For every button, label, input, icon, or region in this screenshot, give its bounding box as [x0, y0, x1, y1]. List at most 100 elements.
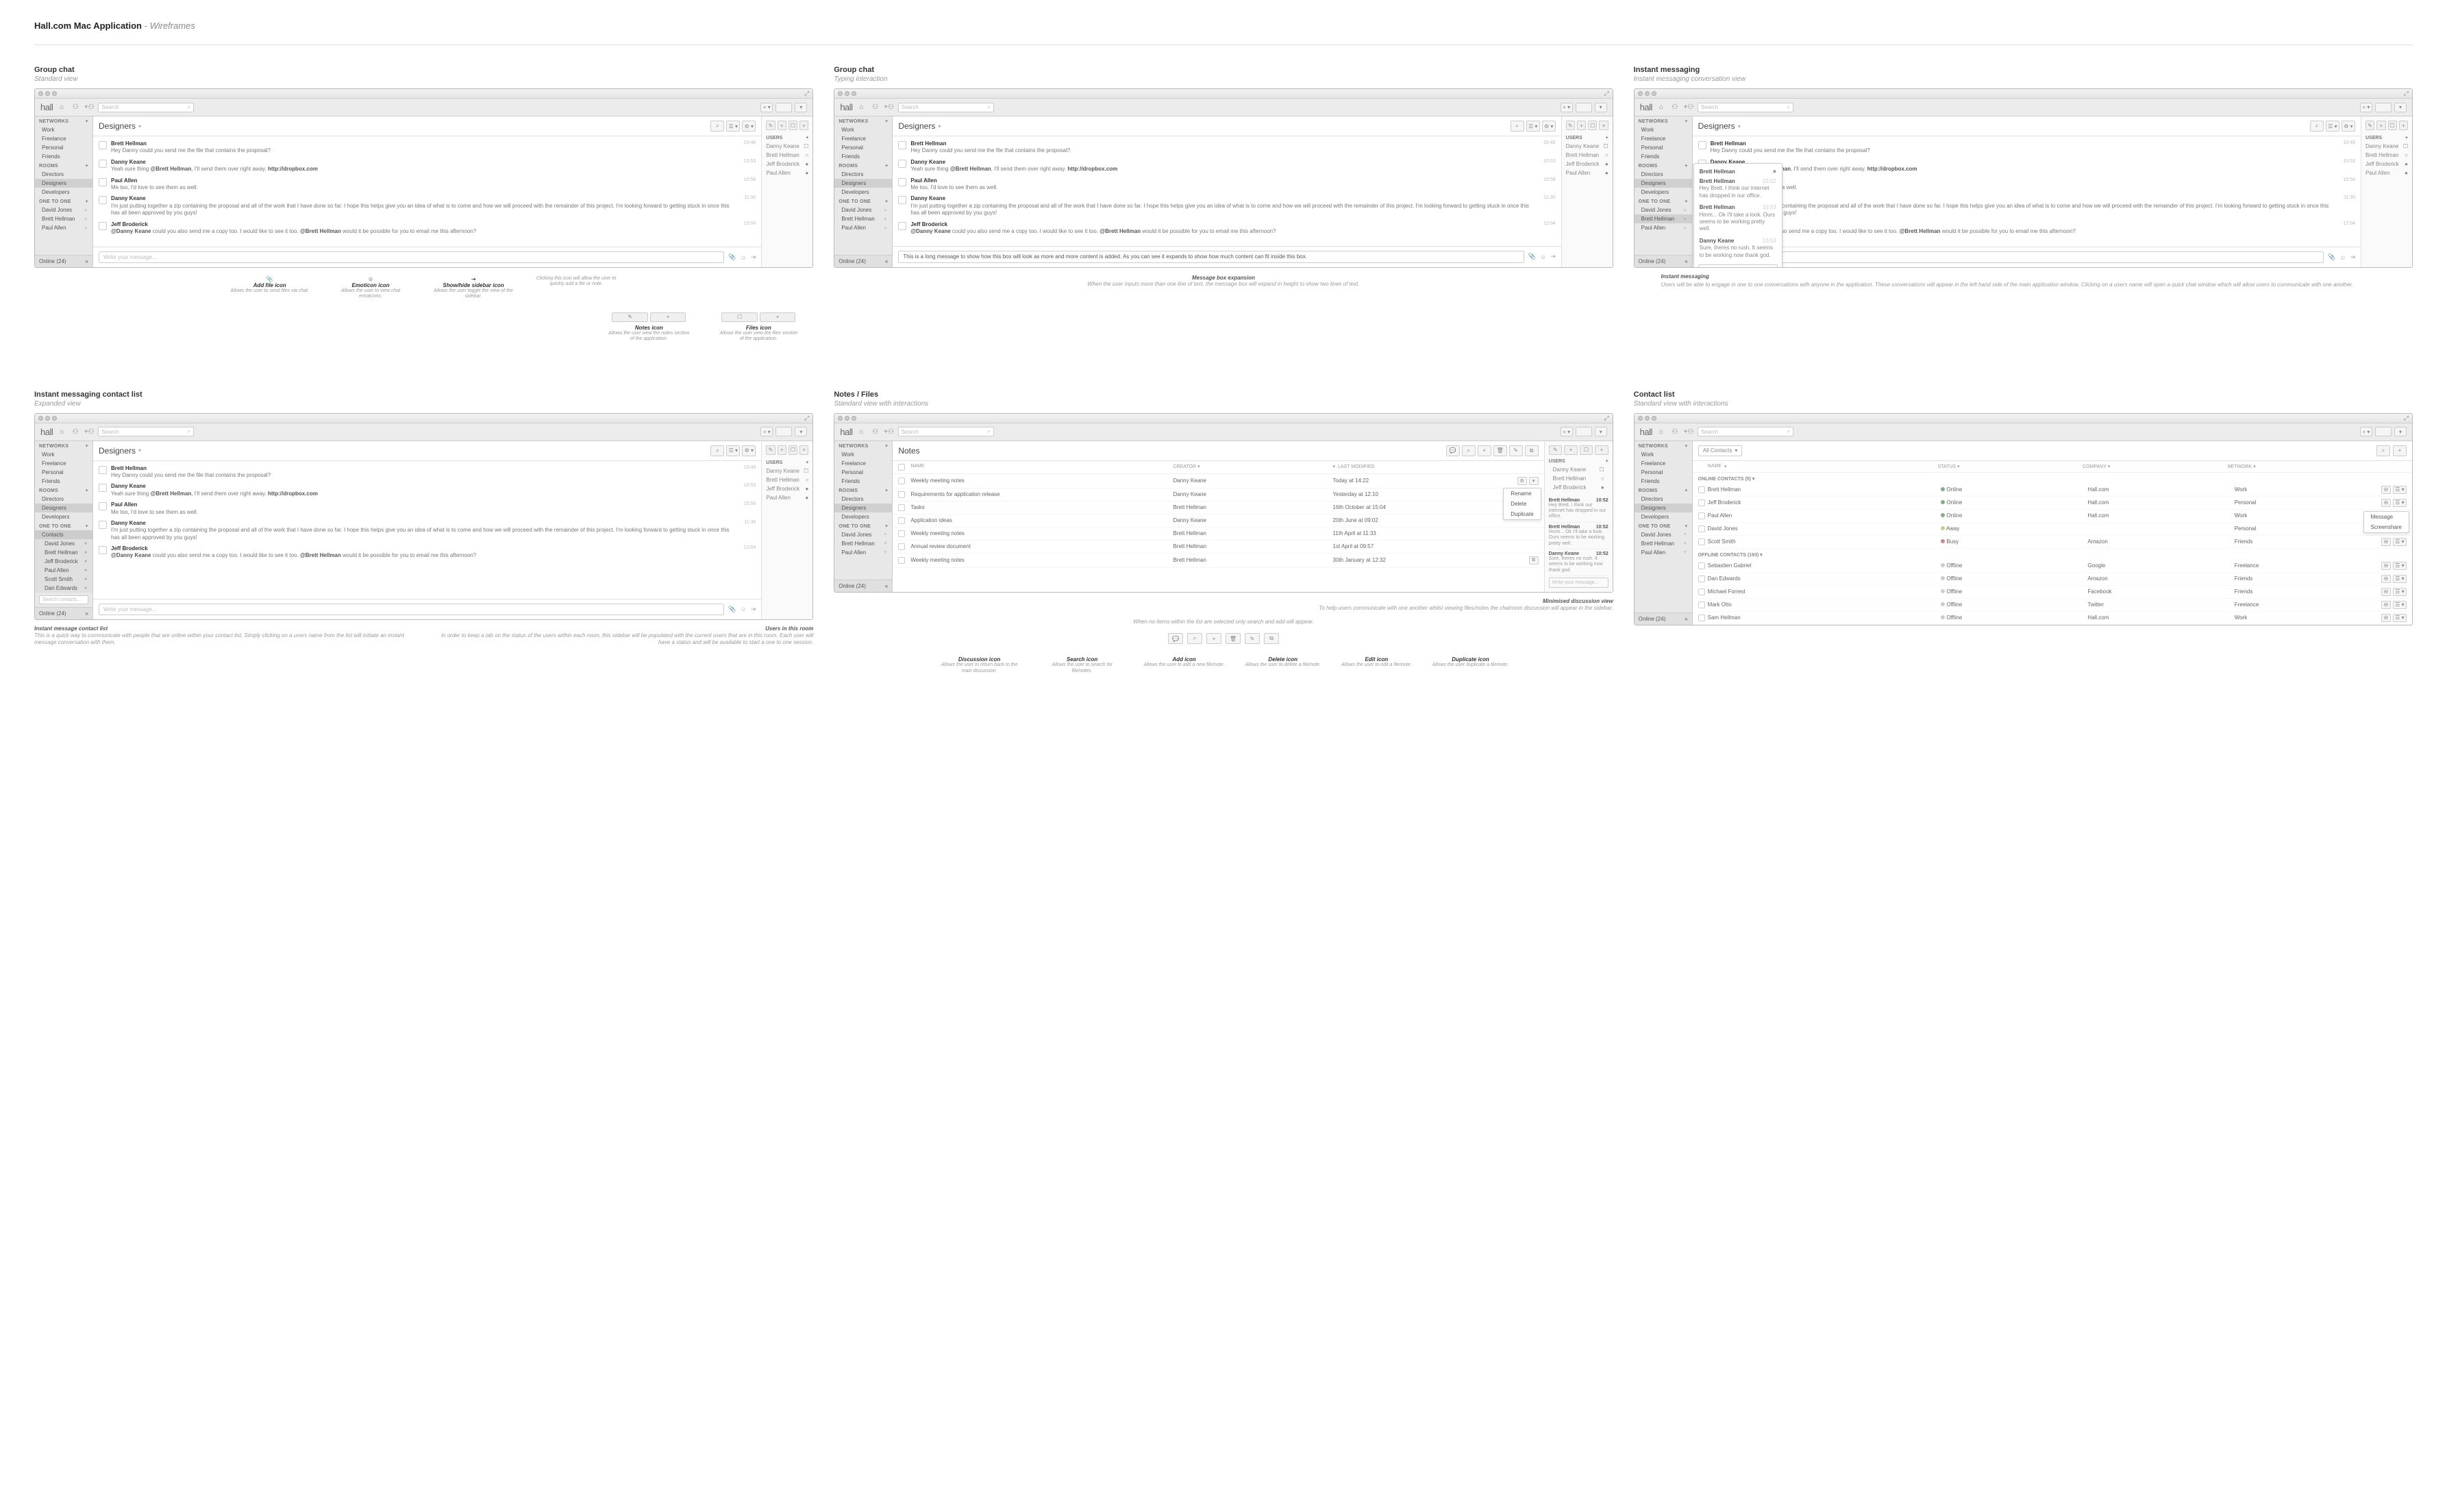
- search-input[interactable]: Search⌕: [1698, 427, 1793, 436]
- message-input[interactable]: Write your message...: [99, 251, 724, 263]
- sidebar-item[interactable]: Directors: [834, 495, 892, 504]
- add-icon[interactable]: +: [2405, 136, 2408, 140]
- remove-icon[interactable]: ⊖: [2381, 601, 2391, 609]
- sidebar-item[interactable]: Work: [35, 450, 92, 459]
- status-bar[interactable]: Online (24)«: [834, 255, 892, 267]
- notes-tab[interactable]: ✎: [2365, 121, 2374, 130]
- sidebar-item[interactable]: Freelance: [1635, 134, 1692, 143]
- note-row[interactable]: TasksBrett Hellman16th October at 15:04: [893, 501, 1543, 515]
- add-person-icon[interactable]: +⚇: [884, 427, 894, 436]
- row-more-icon[interactable]: ▾: [1529, 477, 1539, 485]
- sidebar-item[interactable]: Freelance: [834, 459, 892, 468]
- sidebar-item[interactable]: Freelance: [35, 134, 92, 143]
- home-icon[interactable]: ⌂: [57, 103, 66, 112]
- sidebar-item[interactable]: Work: [35, 125, 92, 134]
- notes-tab[interactable]: ✎: [766, 445, 775, 455]
- sidebar-item[interactable]: Work: [1635, 125, 1692, 134]
- add-button[interactable]: +: [1478, 445, 1491, 456]
- close-icon[interactable]: ×: [884, 532, 888, 536]
- contact-sublist-item[interactable]: David Jones●: [35, 539, 92, 548]
- more-button[interactable]: ▾: [1595, 103, 1607, 112]
- sidebar-item-selected[interactable]: Designers: [35, 504, 92, 512]
- people-icon[interactable]: ⚇: [1670, 103, 1680, 112]
- close-icon[interactable]: ×: [84, 217, 88, 221]
- side-user[interactable]: Brett Hellman○: [762, 151, 812, 160]
- collapse-icon[interactable]: «: [86, 610, 88, 617]
- context-menu-item[interactable]: Screenshare: [2364, 522, 2409, 532]
- settings-button[interactable]: ⚙ ▾: [2342, 121, 2355, 132]
- sidebar-item[interactable]: Freelance: [834, 134, 892, 143]
- sidebar-item[interactable]: Paul Allen×: [35, 223, 92, 232]
- side-user[interactable]: Danny Keane☐: [1562, 142, 1613, 151]
- contact-sublist-item[interactable]: Scott Smith●: [35, 575, 92, 584]
- add-tab[interactable]: +: [799, 121, 808, 130]
- contact-row[interactable]: Jeff Broderick OnlineHall.comPersonal⊖☰ …: [1693, 497, 2412, 510]
- search-input[interactable]: Search⌕: [98, 103, 194, 112]
- chevron-down-icon[interactable]: ▾: [1738, 123, 1741, 129]
- add-person-icon[interactable]: +⚇: [1684, 103, 1693, 112]
- row-checkbox[interactable]: [898, 543, 905, 550]
- sidebar-item[interactable]: Friends: [1635, 477, 1692, 486]
- side-user[interactable]: Brett Hellman○: [762, 475, 812, 484]
- sidebar-item[interactable]: Designers: [1635, 504, 1692, 512]
- search-button[interactable]: ⌕: [2310, 121, 2324, 132]
- context-menu-item[interactable]: Delete: [1504, 499, 1540, 509]
- sidebar-item[interactable]: Brett Hellman×: [1635, 214, 1692, 223]
- sidebar-toggle-icon[interactable]: ⇥: [751, 606, 756, 613]
- add-person-icon[interactable]: +⚇: [1684, 427, 1693, 436]
- sidebar-item[interactable]: Paul Allen×: [1635, 548, 1692, 557]
- side-user[interactable]: Paul Allen●: [2361, 169, 2412, 177]
- collapse-icon[interactable]: «: [885, 258, 888, 264]
- sidebar-item[interactable]: Brett Hellman×: [35, 214, 92, 223]
- add-icon[interactable]: +: [806, 460, 808, 465]
- plus-button[interactable]: + ▾: [2360, 427, 2372, 436]
- expand-icon[interactable]: ⤢: [2404, 90, 2409, 97]
- note-row[interactable]: Weekly meeting notesDanny KeaneToday at …: [893, 474, 1543, 488]
- home-icon[interactable]: ⌂: [857, 103, 867, 112]
- sidebar-item[interactable]: Paul Allen×: [834, 223, 892, 232]
- sidebar-item[interactable]: Developers: [35, 188, 92, 197]
- side-user[interactable]: Danny Keane☐: [2361, 142, 2412, 151]
- people-icon[interactable]: ⚇: [71, 427, 80, 436]
- add-icon[interactable]: +: [86, 164, 88, 169]
- more-button[interactable]: ▾: [795, 427, 807, 436]
- row-more-icon[interactable]: ☰ ▾: [2393, 601, 2407, 609]
- context-menu-item[interactable]: Duplicate: [1504, 509, 1540, 519]
- side-user[interactable]: Danny Keane☐: [762, 467, 812, 475]
- sidebar-toggle-icon[interactable]: ⇥: [751, 253, 756, 261]
- row-more-icon[interactable]: ☰ ▾: [2393, 486, 2407, 494]
- add-tab[interactable]: +: [778, 445, 786, 455]
- delete-button[interactable]: 🗑: [1493, 445, 1507, 456]
- add-tab[interactable]: +: [778, 121, 786, 130]
- view-button[interactable]: ☰ ▾: [1526, 121, 1540, 132]
- contact-row[interactable]: Dan Edwards OfflineAmazonFriends⊖☰ ▾: [1693, 573, 2412, 586]
- close-icon[interactable]: ×: [1684, 217, 1688, 221]
- sidebar-item[interactable]: David Jones×: [1635, 206, 1692, 214]
- collapse-icon[interactable]: «: [885, 583, 888, 589]
- plus-button[interactable]: + ▾: [1561, 427, 1573, 436]
- more-button[interactable]: ▾: [2394, 103, 2407, 112]
- add-icon[interactable]: +: [885, 488, 888, 493]
- note-row[interactable]: Application ideasDanny Keane20th June at…: [893, 515, 1543, 528]
- close-icon[interactable]: ×: [1684, 550, 1688, 554]
- chevron-down-icon[interactable]: ▾: [138, 447, 141, 454]
- attach-icon[interactable]: 📎: [728, 606, 736, 613]
- sidebar-item[interactable]: Designers: [834, 179, 892, 188]
- col-network[interactable]: Network ▾: [2228, 464, 2370, 469]
- col-status[interactable]: Status ▾: [1938, 464, 2080, 469]
- more-button[interactable]: ▾: [795, 103, 807, 112]
- add-icon[interactable]: +: [1685, 444, 1687, 449]
- sidebar-item[interactable]: Directors: [834, 170, 892, 179]
- add-person-icon[interactable]: +⚇: [84, 103, 94, 112]
- remove-icon[interactable]: ⊖: [2381, 562, 2391, 570]
- side-user[interactable]: Brett Hellman○: [1562, 151, 1613, 160]
- sidebar-item[interactable]: David Jones×: [834, 530, 892, 539]
- view-button[interactable]: ☰ ▾: [726, 121, 740, 132]
- col-modified[interactable]: ▾ Last Modified: [1333, 464, 1539, 471]
- expand-icon[interactable]: ⤢: [804, 414, 809, 422]
- sidebar-toggle-icon[interactable]: ⇥: [1550, 253, 1556, 260]
- sidebar-item[interactable]: Friends: [35, 152, 92, 161]
- side-user[interactable]: Jeff Broderick●: [762, 160, 812, 169]
- row-more-icon[interactable]: ☰ ▾: [2393, 562, 2407, 570]
- chevron-down-icon[interactable]: ▾: [938, 123, 941, 129]
